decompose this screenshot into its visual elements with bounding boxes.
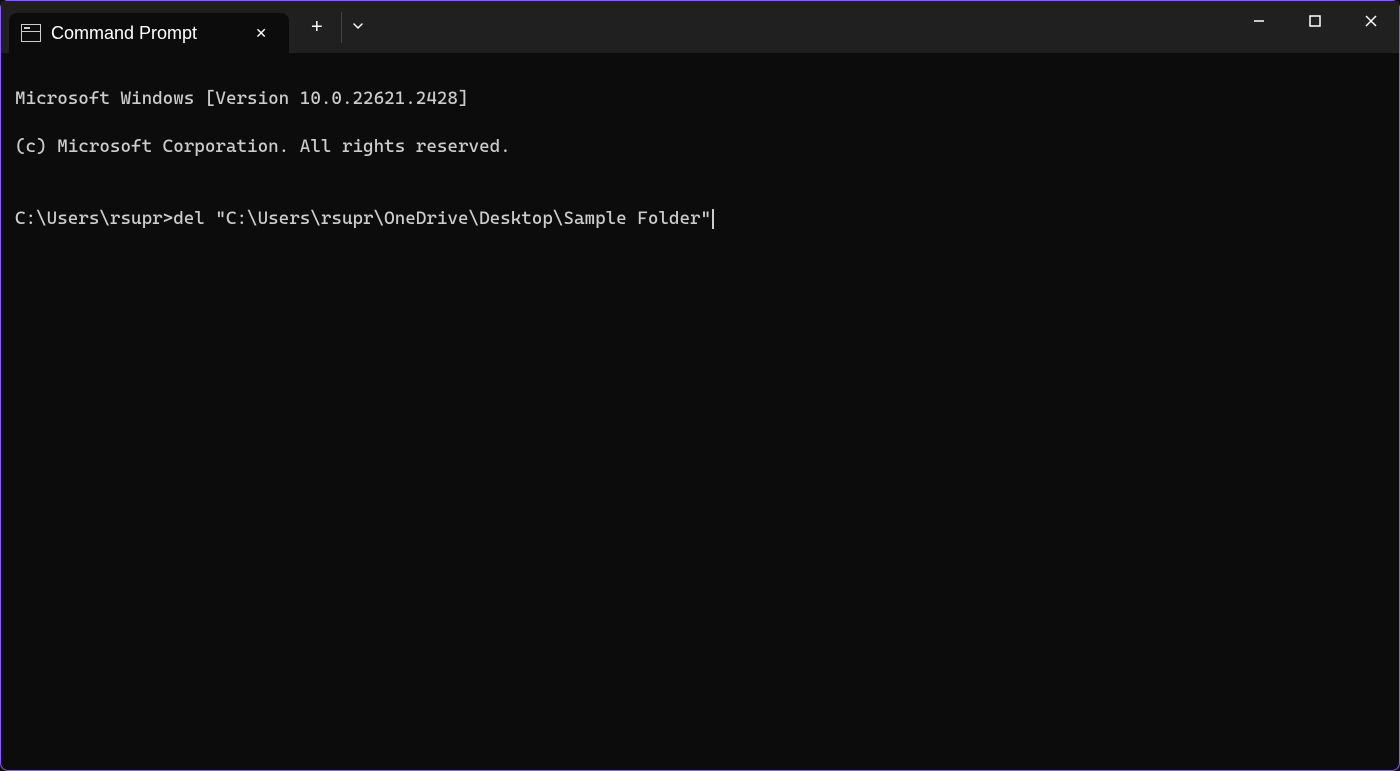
- tab-title: Command Prompt: [51, 23, 239, 44]
- maximize-icon: [1308, 14, 1322, 28]
- cmd-icon: [21, 24, 41, 42]
- close-icon: [1364, 14, 1378, 28]
- terminal-output[interactable]: Microsoft Windows [Version 10.0.22621.24…: [1, 53, 1399, 265]
- chevron-down-icon: [352, 20, 364, 32]
- tab-close-button[interactable]: ✕: [249, 21, 273, 46]
- minimize-icon: [1252, 14, 1266, 28]
- command-input[interactable]: del "C:\Users\rsupr\OneDrive\Desktop\Sam…: [173, 207, 711, 231]
- prompt-path: C:\Users\rsupr>: [15, 207, 173, 231]
- output-line-version: Microsoft Windows [Version 10.0.22621.24…: [15, 87, 1385, 111]
- maximize-button[interactable]: [1287, 1, 1343, 41]
- text-cursor: [712, 209, 714, 229]
- prompt-line: C:\Users\rsupr>del "C:\Users\rsupr\OneDr…: [15, 207, 1385, 231]
- window-controls: [1231, 1, 1399, 41]
- close-button[interactable]: [1343, 1, 1399, 41]
- titlebar: Command Prompt ✕ +: [1, 1, 1399, 53]
- new-tab-button[interactable]: +: [297, 8, 337, 47]
- tab-dropdown-button[interactable]: [341, 12, 374, 43]
- minimize-button[interactable]: [1231, 1, 1287, 41]
- output-line-copyright: (c) Microsoft Corporation. All rights re…: [15, 135, 1385, 159]
- terminal-tab[interactable]: Command Prompt ✕: [9, 13, 289, 53]
